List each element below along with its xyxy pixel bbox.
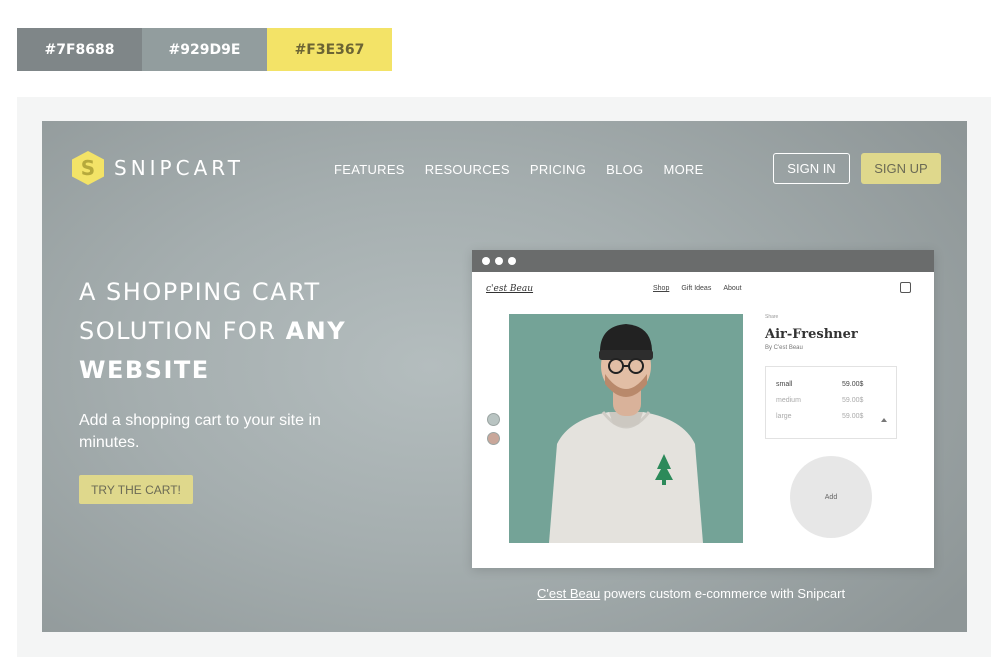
share-link[interactable]: Share [765,314,778,320]
man-in-hoodie-illustration [549,324,703,543]
browser-mockup: c'est Beau Shop Gift Ideas About Share A… [472,250,934,568]
variant-price: 59.00$ [842,397,864,404]
hero-subheadline: Add a shopping cart to your site in minu… [79,412,321,451]
swatch-3: #F3E367 [267,28,392,71]
hero-section: S SNIPCART FEATURES RESOURCES PRICING BL… [42,121,967,632]
product-thumbnail[interactable] [487,432,500,445]
variant-option[interactable]: large 59.00$ [776,413,888,429]
color-palette: #7F8688 #929D9E #F3E367 [17,28,392,71]
nav-item-blog[interactable]: BLOG [606,162,643,177]
headline-line-2: SOLUTION FOR [79,317,286,345]
cest-beau-link[interactable]: C'est Beau [537,586,600,601]
product-thumbnail[interactable] [487,413,500,426]
variant-option[interactable]: small 59.00$ [776,381,888,397]
demo-site-nav: Shop Gift Ideas About [653,285,742,292]
hexagon-logo-icon: S [72,151,104,185]
nav-item-resources[interactable]: RESOURCES [425,162,510,177]
main-nav: FEATURES RESOURCES PRICING BLOG MORE [334,162,704,177]
headline-line-1: A SHOPPING CART [79,278,321,306]
window-dot-icon [508,257,516,265]
caret-up-icon[interactable] [881,418,887,422]
swatch-2: #929D9E [142,28,267,71]
product-photo [509,314,743,543]
window-dot-icon [495,257,503,265]
demo-nav-shop[interactable]: Shop [653,285,669,292]
hero-headline: A SHOPPING CART SOLUTION FOR ANY WEBSITE [79,273,379,390]
variant-price: 59.00$ [842,381,864,388]
product-brand: By C'est Beau [765,345,803,351]
try-the-cart-button[interactable]: TRY THE CART! [79,475,193,504]
screenshot-frame: S SNIPCART FEATURES RESOURCES PRICING BL… [17,97,991,657]
nav-item-more[interactable]: MORE [663,162,703,177]
add-to-cart-button[interactable]: Add [790,456,872,538]
headline-emphasis-website: WEBSITE [79,356,210,384]
hero-caption: C'est Beau powers custom e-commerce with… [537,586,845,601]
demo-nav-about[interactable]: About [723,285,741,292]
product-title: Air-Freshner [765,327,858,342]
headline-emphasis-any: ANY [285,317,347,345]
caption-text: powers custom e-commerce with Snipcart [600,586,846,601]
sign-up-button[interactable]: SIGN UP [861,153,941,184]
nav-item-features[interactable]: FEATURES [334,162,405,177]
demo-nav-gift-ideas[interactable]: Gift Ideas [681,285,711,292]
swatch-1: #7F8688 [17,28,142,71]
variant-name: medium [776,397,801,404]
window-dot-icon [482,257,490,265]
variant-name: small [776,381,793,388]
shopping-bag-icon[interactable] [900,282,911,293]
snipcart-logo[interactable]: S SNIPCART [72,151,244,185]
browser-titlebar [472,250,934,272]
variant-selector[interactable]: small 59.00$ medium 59.00$ large 59.00$ [765,366,897,439]
variant-option[interactable]: medium 59.00$ [776,397,888,413]
variant-name: large [776,413,792,420]
nav-item-pricing[interactable]: PRICING [530,162,586,177]
demo-site-logo[interactable]: c'est Beau [486,284,533,294]
sign-in-button[interactable]: SIGN IN [773,153,850,184]
logo-text: SNIPCART [114,156,244,180]
